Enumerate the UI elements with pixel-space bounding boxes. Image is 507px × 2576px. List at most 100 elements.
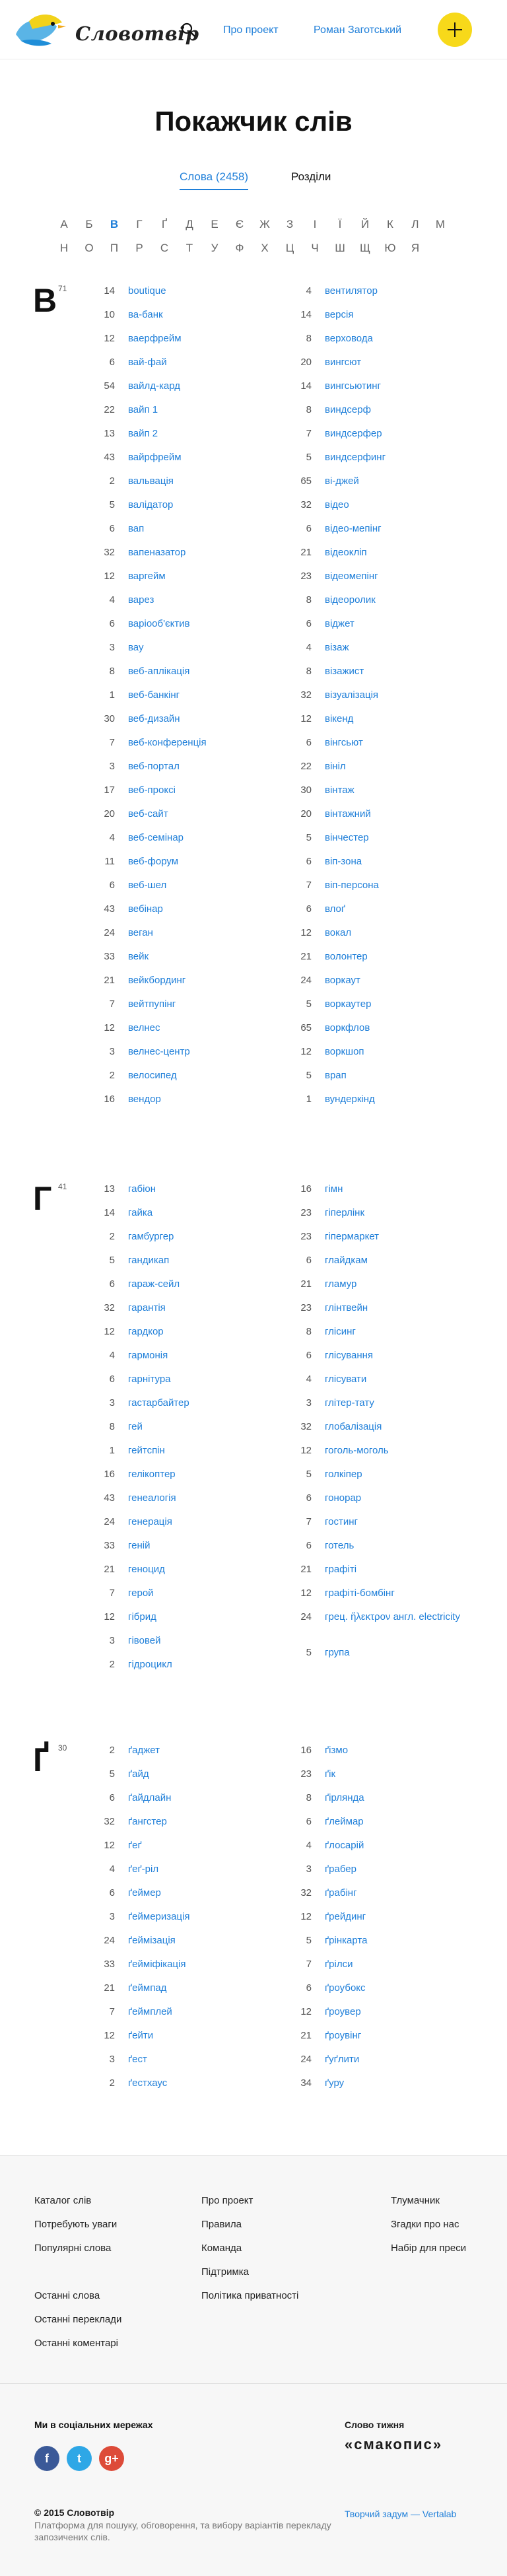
alphabet-letter[interactable]: Г [130, 218, 149, 231]
alphabet-letter[interactable]: Ф [230, 242, 249, 255]
alphabet-letter[interactable]: В [105, 218, 123, 231]
nav-about-link[interactable]: Про проект [223, 24, 279, 36]
word-link[interactable]: гівовей [128, 1635, 287, 1647]
add-word-button[interactable] [438, 13, 472, 47]
word-link[interactable]: ґрейдинг [325, 1911, 483, 1923]
alphabet-letter[interactable]: З [281, 218, 299, 231]
word-link[interactable]: велнес [128, 1022, 287, 1034]
word-link[interactable]: ґрінкарта [325, 1935, 483, 1947]
word-link[interactable]: варгейм [128, 571, 287, 582]
search-icon[interactable] [180, 22, 196, 38]
word-link[interactable]: гайка [128, 1207, 287, 1219]
word-link[interactable]: вейк [128, 951, 287, 963]
word-link[interactable]: волонтер [325, 951, 483, 963]
word-link[interactable]: ґаджет [128, 1745, 287, 1757]
word-link[interactable]: вендор [128, 1094, 287, 1105]
tab-sections[interactable]: Розділи [291, 170, 331, 189]
word-link[interactable]: ґейти [128, 2030, 287, 2042]
footer-link-attention[interactable]: Потребують уваги [34, 2219, 117, 2230]
word-link[interactable]: глісування [325, 1350, 483, 1362]
alphabet-letter[interactable]: Щ [356, 242, 374, 255]
word-link[interactable]: гараж-сейл [128, 1278, 287, 1290]
word-link[interactable]: гімн [325, 1183, 483, 1195]
word-link[interactable]: ґлосарій [325, 1840, 483, 1852]
alphabet-letter[interactable]: С [155, 242, 174, 255]
twitter-icon[interactable]: t [67, 2446, 92, 2471]
word-link[interactable]: гейтспін [128, 1445, 287, 1457]
footer-link-privacy[interactable]: Політика приватності [201, 2290, 298, 2301]
word-link[interactable]: ґуґлити [325, 2054, 483, 2066]
word-link[interactable]: готель [325, 1540, 483, 1552]
word-link[interactable]: група [325, 1647, 483, 1659]
word-link[interactable]: візажист [325, 666, 483, 678]
word-link[interactable]: глісувати [325, 1374, 483, 1385]
word-link[interactable]: вап [128, 523, 287, 535]
alphabet-letter[interactable]: Л [406, 218, 424, 231]
word-link[interactable]: вінчестер [325, 832, 483, 844]
word-link[interactable]: ґірлянда [325, 1792, 483, 1804]
word-link[interactable]: гандикап [128, 1255, 287, 1267]
word-link[interactable]: вайп 1 [128, 404, 287, 416]
word-link[interactable]: гідроцикл [128, 1659, 287, 1671]
word-link[interactable]: ґізмо [325, 1745, 483, 1757]
word-link[interactable]: генеалогія [128, 1492, 287, 1504]
word-link[interactable]: вебінар [128, 903, 287, 915]
footer-link-about[interactable]: Про проект [201, 2195, 253, 2206]
word-link[interactable]: велосипед [128, 1070, 287, 1082]
word-link[interactable]: вау [128, 642, 287, 654]
word-link[interactable]: глінтвейн [325, 1302, 483, 1314]
alphabet-letter[interactable]: Д [180, 218, 199, 231]
word-link[interactable]: веб-форум [128, 856, 287, 868]
alphabet-letter[interactable]: К [381, 218, 399, 231]
word-link[interactable]: глісинг [325, 1326, 483, 1338]
word-link[interactable]: габіон [128, 1183, 287, 1195]
word-link[interactable]: глітер-тату [325, 1397, 483, 1409]
alphabet-letter[interactable]: І [306, 218, 324, 231]
word-link[interactable]: вінтаж [325, 784, 483, 796]
word-link[interactable]: воркаут [325, 975, 483, 987]
alphabet-letter[interactable]: Ж [255, 218, 274, 231]
alphabet-letter[interactable]: Х [255, 242, 274, 255]
word-link[interactable]: ґрілси [325, 1959, 483, 1970]
word-link[interactable]: гамбургер [128, 1231, 287, 1243]
alphabet-letter[interactable]: М [431, 218, 450, 231]
word-link[interactable]: гардкор [128, 1326, 287, 1338]
word-link[interactable]: глайдкам [325, 1255, 483, 1267]
word-link[interactable]: гіперлінк [325, 1207, 483, 1219]
word-link[interactable]: геноцид [128, 1564, 287, 1576]
word-link[interactable]: варез [128, 594, 287, 606]
word-link[interactable]: ґест [128, 2054, 287, 2066]
alphabet-letter[interactable]: А [55, 218, 73, 231]
word-link[interactable]: глобалізація [325, 1421, 483, 1433]
word-link[interactable]: гармонія [128, 1350, 287, 1362]
word-link[interactable]: ґестхаус [128, 2077, 287, 2089]
word-link[interactable]: ві-джей [325, 475, 483, 487]
alphabet-letter[interactable]: Ґ [155, 218, 174, 231]
nav-author-link[interactable]: Роман Заготський [314, 24, 401, 36]
alphabet-letter[interactable]: Є [230, 218, 249, 231]
word-link[interactable]: ваерфрейм [128, 333, 287, 345]
alphabet-letter[interactable]: Ч [306, 242, 324, 255]
word-link[interactable]: відеокліп [325, 547, 483, 559]
footer-link-latest-words[interactable]: Останні слова [34, 2290, 100, 2301]
word-link[interactable]: ґроубокс [325, 1982, 483, 1994]
word-link[interactable]: гіпермаркет [325, 1231, 483, 1243]
footer-link-latest-translations[interactable]: Останні переклади [34, 2314, 121, 2325]
word-link[interactable]: вингсют [325, 357, 483, 368]
word-link[interactable]: геній [128, 1540, 287, 1552]
word-link[interactable]: воркаутер [325, 998, 483, 1010]
logo[interactable]: Словотвір [9, 8, 199, 52]
word-link[interactable]: вентилятор [325, 285, 483, 297]
word-link[interactable]: віп-зона [325, 856, 483, 868]
word-link[interactable]: гей [128, 1421, 287, 1433]
word-link[interactable]: веб-семінар [128, 832, 287, 844]
credit-link[interactable]: Творчий задум — Vertalab [345, 2509, 456, 2519]
alphabet-letter[interactable]: Н [55, 242, 73, 255]
footer-link-mentions[interactable]: Згадки про нас [391, 2219, 459, 2230]
word-link[interactable]: генерація [128, 1516, 287, 1528]
word-link[interactable]: ґроувінг [325, 2030, 483, 2042]
alphabet-letter[interactable]: Б [80, 218, 98, 231]
footer-link-glossary[interactable]: Тлумачник [391, 2195, 440, 2206]
word-link[interactable]: вейтпупінг [128, 998, 287, 1010]
alphabet-letter[interactable]: Р [130, 242, 149, 255]
